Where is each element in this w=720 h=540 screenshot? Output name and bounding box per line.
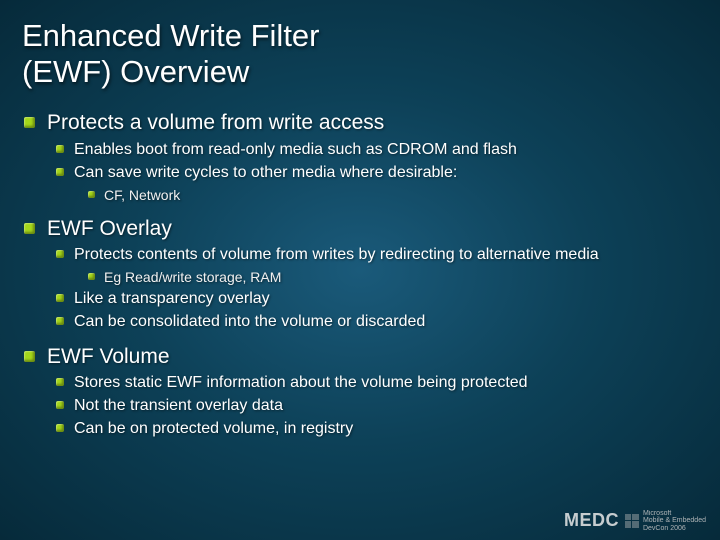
bullet-icon [56,294,64,302]
list-item: Protects contents of volume from writes … [56,245,696,265]
bullet-icon [24,223,35,234]
list-subitem: CF, Network [88,186,696,204]
list-item: Can be on protected volume, in registry [56,419,696,439]
bullet-icon [88,191,95,198]
footer-subline: Microsoft [643,510,706,517]
list-item: Stores static EWF information about the … [56,373,696,393]
section-heading: Protects a volume from write access [24,110,696,136]
title-line-1: Enhanced Write Filter [22,18,720,54]
bullet-icon [56,424,64,432]
title-line-2: (EWF) Overview [22,54,720,90]
section-heading: EWF Volume [24,344,696,370]
list-subitem: Eg Read/write storage, RAM [88,268,696,286]
medc-logo-text: MEDC [564,510,619,531]
bullet-icon [56,378,64,386]
bullet-icon [24,351,35,362]
bullet-icon [56,401,64,409]
list-item: Can save write cycles to other media whe… [56,163,696,183]
bullet-icon [56,168,64,176]
bullet-icon [24,117,35,128]
section-heading: EWF Overlay [24,216,696,242]
footer-subline: Mobile & Embedded [643,517,706,524]
slide-title: Enhanced Write Filter (EWF) Overview [0,0,720,89]
list-item: Like a transparency overlay [56,289,696,309]
slide-body: Protects a volume from write access Enab… [0,89,720,439]
bullet-icon [56,145,64,153]
bullet-icon [56,317,64,325]
list-item: Not the transient overlay data [56,396,696,416]
microsoft-squares-icon [625,514,639,528]
footer-branding: MEDC Microsoft Mobile & Embedded DevCon … [564,510,706,532]
footer-subline: DevCon 2006 [643,525,706,532]
bullet-icon [56,250,64,258]
bullet-icon [88,273,95,280]
list-item: Can be consolidated into the volume or d… [56,312,696,332]
list-item: Enables boot from read-only media such a… [56,140,696,160]
